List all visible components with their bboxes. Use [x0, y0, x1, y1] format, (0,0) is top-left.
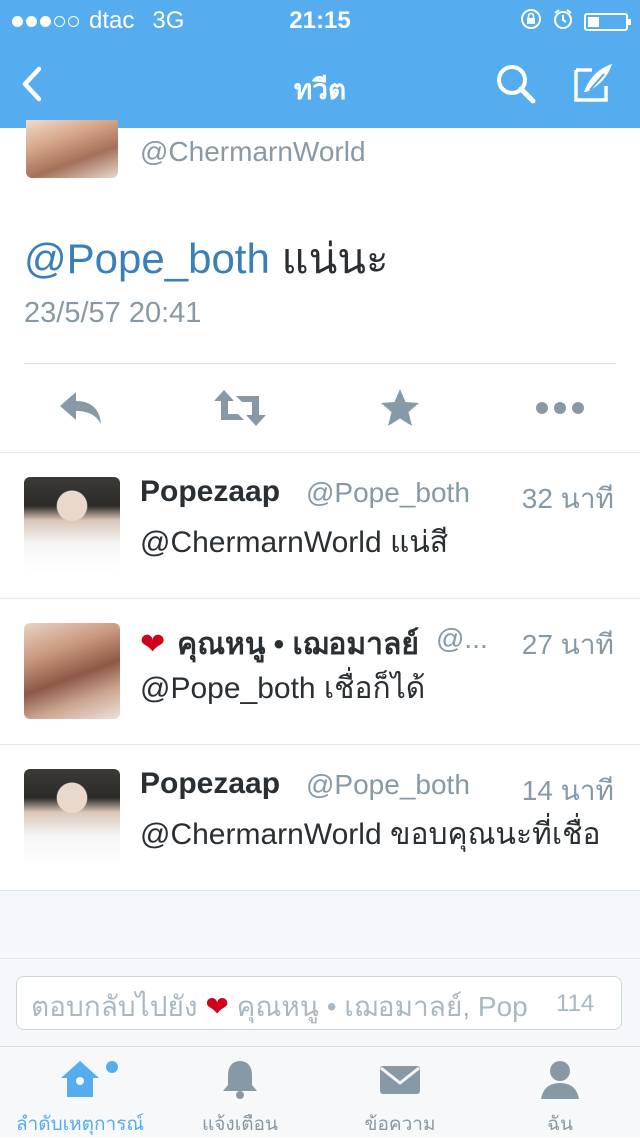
tweet-mention-link[interactable]: @Pope_both: [24, 235, 270, 282]
more-button[interactable]: [530, 384, 590, 432]
reply-author-name: Popezaap: [140, 475, 281, 508]
tab-timeline[interactable]: ลำดับเหตุการณ์: [0, 1047, 160, 1137]
reply-prefix: ตอบกลับไปยัง: [31, 991, 198, 1022]
retweet-icon: [214, 390, 266, 426]
battery-fill: [588, 16, 599, 27]
new-items-dot: [106, 1061, 118, 1073]
favorite-icon: [381, 389, 419, 426]
compose-icon: [574, 64, 612, 102]
search-button[interactable]: [490, 58, 542, 110]
reply-text: @ChermarnWorld ขอบคุณนะที่เชื่อ: [140, 818, 601, 851]
reply-author-name: ❤ คุณหนู • เฌอมาลย์: [140, 621, 419, 668]
page-title: ทวีต: [293, 74, 347, 105]
reply-author-name-text: คุณหนู • เฌอมาลย์: [177, 628, 419, 661]
reply-input[interactable]: ตอบกลับไปยัง ❤ คุณหนู • เฌอมาลย์, Pop: [16, 976, 622, 1030]
reply-list: Popezaap @Pope_both 32 นาที @ChermarnWor…: [0, 452, 640, 959]
battery-icon: [584, 12, 631, 31]
reply-author-name: Popezaap: [140, 767, 281, 800]
reply-time: 14 นาที: [521, 775, 614, 806]
envelope-icon: [380, 1066, 420, 1094]
reply-button[interactable]: [50, 384, 110, 432]
heart-icon: ❤: [205, 991, 229, 1022]
tab-label: ข้อความ: [364, 1114, 436, 1135]
nav-bar: ทวีต: [0, 40, 640, 128]
status-bar: dtac 3G 21:15: [0, 0, 640, 40]
tab-label: ฉัน: [547, 1114, 573, 1135]
search-icon: [497, 65, 536, 104]
tab-messages[interactable]: ข้อความ: [320, 1047, 480, 1137]
reply-item[interactable]: Popezaap @Pope_both 32 นาที @ChermarnWor…: [0, 453, 640, 599]
tab-notifications[interactable]: แจ้งเตือน: [160, 1047, 320, 1137]
reply-item[interactable]: Popezaap @Pope_both 14 นาที @ChermarnWor…: [0, 745, 640, 891]
heart-icon: ❤: [140, 628, 166, 661]
rotation-lock-icon: [520, 8, 542, 35]
character-count: 114: [556, 990, 595, 1017]
avatar[interactable]: [24, 623, 120, 719]
reply-author-handle: @Pope_both: [306, 477, 470, 508]
avatar[interactable]: [24, 477, 120, 573]
home-icon: [61, 1061, 99, 1097]
more-icon: [536, 402, 584, 414]
compose-button[interactable]: [568, 58, 620, 110]
reply-text: @ChermarnWorld แน่สี: [140, 526, 449, 559]
reply-author-handle: @Pope_both: [306, 769, 470, 800]
reply-author-handle: @...: [436, 623, 488, 654]
reply-time: 32 นาที: [521, 483, 614, 514]
reply-icon: [60, 392, 101, 424]
tweet-text: @Pope_both แน่นะ: [24, 226, 389, 292]
tab-bar: ลำดับเหตุการณ์ แจ้งเตือน ข้อความ ฉัน: [0, 1046, 640, 1137]
tab-label: แจ้งเตือน: [202, 1114, 278, 1135]
reply-time: 27 นาที: [521, 629, 614, 660]
reply-item[interactable]: ❤ คุณหนู • เฌอมาลย์ @... 27 นาที @Pope_bo…: [0, 599, 640, 745]
author-handle[interactable]: @ChermarnWorld: [140, 136, 366, 168]
favorite-button[interactable]: [370, 384, 430, 432]
avatar[interactable]: [24, 769, 120, 865]
person-icon: [541, 1061, 579, 1099]
author-avatar[interactable]: [26, 120, 118, 178]
reply-recipients: คุณหนู • เฌอมาลย์, Pop: [236, 991, 528, 1022]
reply-text: @Pope_both เชื่อก็ได้: [140, 672, 426, 705]
tweet-timestamp: 23/5/57 20:41: [24, 297, 202, 329]
tweet-body: แน่นะ: [281, 235, 389, 282]
alarm-icon: [552, 8, 574, 35]
tab-label: ลำดับเหตุการณ์: [15, 1114, 145, 1135]
bell-icon: [223, 1061, 257, 1099]
tab-me[interactable]: ฉัน: [480, 1047, 640, 1137]
status-right: [520, 8, 631, 35]
divider: [24, 363, 616, 364]
retweet-button[interactable]: [210, 384, 270, 432]
